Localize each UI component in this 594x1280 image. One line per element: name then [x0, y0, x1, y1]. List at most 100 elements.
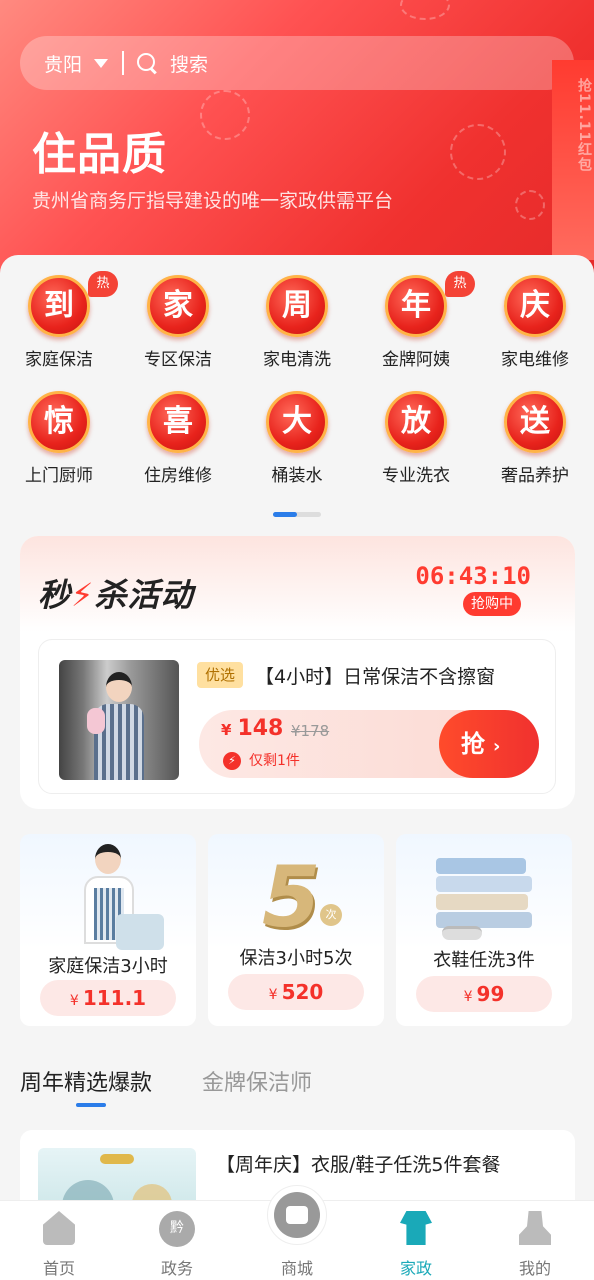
nav-item-profile[interactable]: 我的 [476, 1201, 594, 1280]
figure-head [106, 672, 132, 702]
hot-badge: 热 [88, 271, 118, 297]
category-coin-icon: 大 [266, 391, 328, 453]
firework-decoration [515, 190, 545, 220]
category-item[interactable]: 大桶装水 [238, 391, 356, 486]
mall-icon-inner [274, 1192, 320, 1238]
category-item[interactable]: 庆家电维修 [476, 275, 594, 370]
deal-price: ¥148 [221, 716, 283, 741]
cleaner-photo[interactable] [59, 660, 179, 780]
category-coin-icon: 年 [385, 275, 447, 337]
caret-down-icon[interactable] [94, 58, 109, 68]
figure-head [95, 844, 121, 874]
category-label: 上门厨师 [25, 466, 93, 486]
category-item[interactable]: 惊上门厨师 [0, 391, 118, 486]
price-value: 111.1 [82, 986, 147, 1010]
shirt-stack-layer [436, 858, 526, 874]
deal-name[interactable]: 【4小时】日常保洁不含擦窗 [255, 662, 495, 689]
category-coin-icon: 周 [266, 275, 328, 337]
promo-side-stamp[interactable]: 抢11.11红包 [552, 60, 594, 260]
shirt-stack-layer [436, 894, 528, 910]
search-input[interactable]: 搜索 [170, 50, 208, 77]
category-item[interactable]: 喜住房维修 [119, 391, 237, 486]
price-value: 99 [476, 982, 505, 1006]
countdown-timer: 06:43:10 [415, 562, 531, 590]
search-icon [136, 52, 158, 74]
price-value: 148 [237, 716, 284, 741]
flash-sale-title-b: 杀活动 [94, 576, 194, 614]
category-coin-icon: 喜 [147, 391, 209, 453]
gov-icon: 黔 [159, 1211, 195, 1247]
category-item[interactable]: 家专区保洁 [119, 275, 237, 370]
tab-gold-cleaners[interactable]: 金牌保洁师 [202, 1065, 312, 1097]
firework-decoration [450, 124, 506, 180]
hot-badge: 热 [445, 271, 475, 297]
promo-card-five-times[interactable]: 5 次 保洁3小时5次 ¥520 [208, 834, 384, 1026]
home-icon [43, 1211, 75, 1245]
firework-decoration [200, 90, 250, 140]
gold-five-graphic: 5 [262, 848, 321, 946]
category-label: 桶装水 [271, 466, 323, 486]
category-label: 家电清洗 [263, 350, 331, 370]
bottom-nav: 首页 黔 政务 商城 家政 我的 [0, 1185, 594, 1280]
search-bar[interactable]: 贵阳 搜索 [20, 36, 574, 90]
category-item[interactable]: 周家电清洗 [238, 275, 356, 370]
category-label: 奢品养护 [501, 466, 569, 486]
nav-label: 首页 [42, 1259, 75, 1278]
status-badge: 抢购中 [463, 592, 521, 616]
profile-icon [519, 1211, 551, 1245]
category-label: 住房维修 [144, 466, 212, 486]
folded-clothes-image [436, 858, 532, 930]
nav-item-mall[interactable]: 商城 [238, 1185, 356, 1280]
city-selector[interactable]: 贵阳 [44, 50, 82, 77]
category-label: 家电维修 [501, 350, 569, 370]
category-coin-icon: 惊 [28, 391, 90, 453]
promo-card-home-cleaning[interactable]: 家庭保洁3小时 ¥111.1 [20, 834, 196, 1026]
currency-symbol: ¥ [268, 987, 278, 1003]
page-indicator [273, 512, 321, 517]
shirt-stack-layer [436, 876, 532, 892]
currency-symbol: ¥ [69, 993, 79, 1009]
promo-price: ¥520 [228, 974, 364, 1010]
category-item[interactable]: 送奢品养护 [476, 391, 594, 486]
category-label: 专区保洁 [144, 350, 212, 370]
mall-icon [267, 1185, 327, 1245]
grab-button[interactable]: 抢 › [439, 710, 539, 778]
main-content: 到热家庭保洁家专区保洁周家电清洗年热金牌阿姨庆家电维修惊上门厨师喜住房维修大桶装… [0, 255, 594, 1280]
preferred-tag: 优选 [197, 662, 243, 688]
original-price: ¥178 [291, 722, 330, 740]
promo-label: 保洁3小时5次 [239, 948, 353, 969]
price-bar: ¥148 ¥178 ⚡ 仅剩1件 抢 › [199, 710, 539, 778]
category-coin-icon: 家 [147, 275, 209, 337]
currency-symbol: ¥ [463, 989, 473, 1005]
grab-button-label: 抢 [461, 730, 485, 758]
price-value: 520 [281, 980, 324, 1004]
nav-item-housekeeping[interactable]: 家政 [357, 1201, 475, 1280]
nav-label: 政务 [160, 1259, 193, 1278]
cleaning-basket-image [116, 914, 164, 950]
category-item[interactable]: 放专业洗衣 [357, 391, 475, 486]
promo-label: 衣鞋任洗3件 [433, 950, 535, 971]
deal-item[interactable]: 优选 【4小时】日常保洁不含擦窗 ¥148 ¥178 ⚡ 仅剩1件 抢 › [38, 639, 556, 794]
nav-item-gov[interactable]: 黔 政务 [118, 1201, 236, 1280]
category-item[interactable]: 年热金牌阿姨 [357, 271, 475, 370]
tab-anniversary-picks[interactable]: 周年精选爆款 [20, 1065, 152, 1097]
divider [122, 51, 125, 75]
promo-card-laundry[interactable]: 衣鞋任洗3件 ¥99 [396, 834, 572, 1026]
category-item[interactable]: 到热家庭保洁 [0, 271, 118, 370]
page-indicator-active [273, 512, 297, 517]
firework-decoration [400, 0, 450, 20]
active-tab-indicator [76, 1103, 106, 1107]
lightning-badge-icon: ⚡ [223, 752, 241, 770]
figure-glove [87, 708, 105, 734]
times-badge: 次 [320, 904, 342, 926]
promo-price: ¥99 [416, 976, 552, 1012]
housekeeping-icon [400, 1211, 432, 1245]
cleaner-figure [87, 670, 149, 780]
hero-title: 住品质 [32, 129, 167, 180]
category-label: 家庭保洁 [25, 350, 93, 370]
category-coin-icon: 送 [504, 391, 566, 453]
flash-sale-title: 秒⚡杀活动 [38, 570, 194, 616]
nav-label: 我的 [518, 1259, 551, 1278]
product-name[interactable]: 【周年庆】衣服/鞋子任洗5件套餐 [216, 1150, 526, 1180]
nav-item-home[interactable]: 首页 [0, 1201, 118, 1280]
